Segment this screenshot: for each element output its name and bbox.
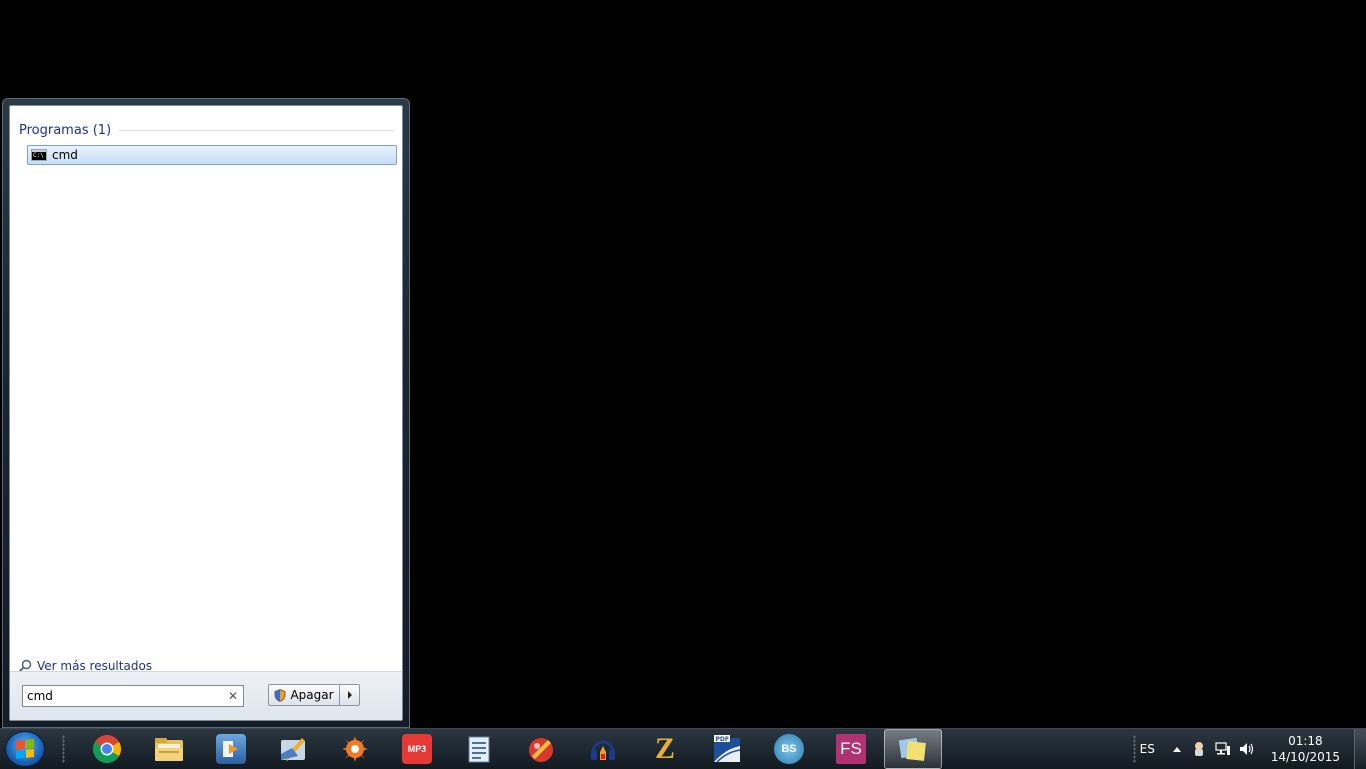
taskbar-app-fs[interactable]: FS [820, 729, 882, 769]
taskbar-app-document[interactable] [448, 729, 510, 769]
taskbar-app-bs[interactable]: BS [758, 729, 820, 769]
pinned-apps: MP3 Z PDF BS FS [76, 729, 944, 769]
group-divider [119, 129, 394, 131]
network-icon[interactable] [1215, 741, 1231, 757]
search-results: Programas (1) cmd Ver más resultados [10, 106, 402, 673]
shutdown-group: Apagar [268, 684, 360, 708]
group-title[interactable]: Programas (1) [19, 123, 111, 138]
taskbar-app-avast[interactable] [324, 729, 386, 769]
clock-time: 01:18 [1288, 734, 1323, 748]
start-menu: Programas (1) cmd Ver más resultados ✕ [2, 98, 410, 728]
taskbar-app-audio[interactable] [572, 729, 634, 769]
language-indicator[interactable]: ES [1140, 742, 1155, 756]
notes-icon [898, 737, 926, 761]
avast-icon [342, 736, 368, 762]
results-group-header: Programas (1) [19, 121, 394, 139]
taskbar-app-pdf[interactable]: PDF [696, 729, 758, 769]
show-hidden-icons-icon[interactable] [1172, 746, 1181, 752]
tray-app-icon[interactable] [1191, 741, 1207, 757]
taskbar-app-file-explorer[interactable] [138, 729, 200, 769]
shutdown-options-button[interactable] [340, 684, 360, 706]
taskbar-grip[interactable] [62, 735, 65, 763]
show-desktop-button[interactable] [1354, 729, 1366, 769]
clear-search-icon[interactable]: ✕ [225, 689, 241, 703]
pdf-icon: PDF [714, 735, 741, 763]
result-label: cmd [52, 148, 78, 162]
z-icon: Z [654, 732, 675, 765]
windows-logo-icon [16, 739, 34, 759]
taskbar-app-8[interactable] [510, 729, 572, 769]
taskbar-app-notes[interactable] [884, 729, 942, 769]
command-prompt-icon [31, 149, 47, 161]
bs-icon: BS [774, 734, 804, 764]
chevron-right-icon [347, 691, 352, 699]
taskbar-app-z[interactable]: Z [634, 729, 696, 769]
media-player-icon [216, 734, 246, 764]
result-item-cmd[interactable]: cmd [27, 145, 397, 165]
taskbar: MP3 Z PDF BS FS ES 01:18 14/10/2015 [0, 728, 1366, 769]
chrome-icon [93, 735, 121, 763]
search-box[interactable]: ✕ [22, 685, 244, 707]
taskbar-app-mp3[interactable]: MP3 [386, 729, 448, 769]
start-menu-panel: Programas (1) cmd Ver más resultados ✕ [9, 105, 403, 721]
document-icon [468, 736, 490, 763]
system-tray: ES 01:18 14/10/2015 [1140, 729, 1366, 769]
tray-grip[interactable] [1133, 735, 1136, 763]
taskbar-app-4[interactable] [262, 729, 324, 769]
mp3-icon: MP3 [402, 734, 432, 764]
taskbar-app-media-player[interactable] [200, 729, 262, 769]
paint-icon [529, 738, 553, 762]
search-input[interactable] [23, 687, 225, 705]
folder-icon [155, 738, 183, 761]
clock[interactable]: 01:18 14/10/2015 [1271, 733, 1340, 765]
audio-icon [591, 740, 615, 760]
shutdown-label: Apagar [290, 688, 334, 702]
start-button[interactable] [5, 731, 45, 767]
shutdown-button[interactable]: Apagar [268, 684, 340, 706]
taskbar-app-chrome[interactable] [76, 729, 138, 769]
start-menu-bottom-bar: ✕ Apagar [10, 671, 402, 720]
fs-icon: FS [836, 734, 866, 764]
volume-icon[interactable] [1239, 741, 1255, 757]
shield-icon [275, 688, 286, 702]
pen-app-icon [281, 738, 305, 761]
clock-date: 14/10/2015 [1270, 750, 1340, 764]
svg-text:PDF: PDF [716, 736, 729, 743]
